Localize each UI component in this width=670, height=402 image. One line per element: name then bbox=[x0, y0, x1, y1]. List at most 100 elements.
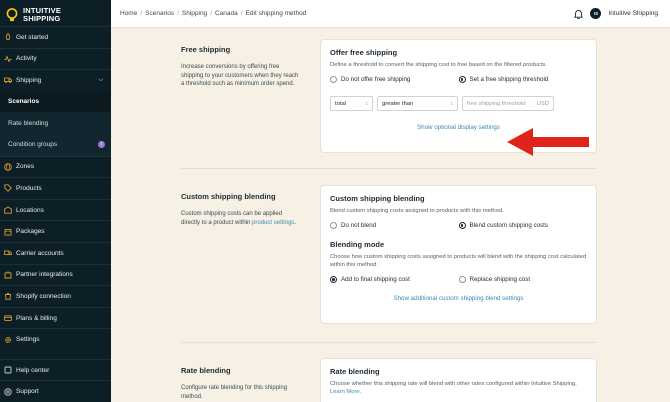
radio-blend-custom-costs[interactable]: Blend custom shipping costs bbox=[458, 222, 588, 229]
sidebar-item-partner-integrations[interactable]: Partner integrations bbox=[0, 263, 111, 286]
breadcrumb-current: Edit shipping method bbox=[245, 10, 307, 17]
radio-free-shipping-threshold[interactable]: Set a free shipping threshold bbox=[458, 76, 588, 83]
section-title: Rate blending bbox=[181, 366, 231, 375]
sidebar-nav-2: Zones Products Locations Packages Carrie… bbox=[0, 155, 111, 350]
blend-mode-options: Add to final shipping cost Replace shipp… bbox=[330, 276, 587, 283]
currency-suffix: USD bbox=[536, 100, 549, 107]
lightbulb-logo-icon bbox=[6, 8, 18, 22]
sidebar-nav: Get started Activity Shipping ⌵ bbox=[0, 26, 111, 91]
sidebar-item-support[interactable]: Support bbox=[0, 380, 111, 402]
box-icon bbox=[4, 228, 12, 236]
brand[interactable]: INTUITIVE SHIPPING bbox=[0, 0, 111, 24]
truck-icon bbox=[4, 78, 12, 84]
shopify-icon bbox=[5, 293, 11, 301]
sidebar: INTUITIVE SHIPPING Get started Activity … bbox=[0, 0, 111, 402]
sidebar-item-get-started[interactable]: Get started bbox=[0, 26, 111, 48]
info-badge: i bbox=[98, 141, 105, 149]
section-desc: Configure rate blending for this shippin… bbox=[181, 385, 288, 400]
threshold-input[interactable]: free shipping threshold USD bbox=[462, 96, 554, 111]
support-icon bbox=[4, 388, 12, 396]
radio-indicator bbox=[458, 276, 466, 283]
rate-blending-card: Rate blending Choose whether this shippi… bbox=[320, 358, 597, 402]
radio-no-free-shipping[interactable]: Do not offer free shipping bbox=[330, 76, 459, 83]
sidebar-item-shipping[interactable]: Shipping ⌵ bbox=[0, 69, 111, 91]
sidebar-bottom: Help center Support bbox=[0, 358, 111, 402]
shipping-submenu: Scenarios Rate blending Condition groups… bbox=[0, 90, 111, 156]
threshold-row: total ↕ greater than ↕ free shipping thr… bbox=[330, 96, 587, 111]
sidebar-item-plans-billing[interactable]: Plans & billing bbox=[0, 306, 111, 329]
bell-icon[interactable] bbox=[574, 9, 584, 19]
threshold-field-select[interactable]: total ↕ bbox=[330, 96, 373, 111]
top-right: IS Intuitive Shipping bbox=[574, 8, 658, 19]
help-icon bbox=[4, 366, 12, 374]
card-title: Rate blending bbox=[330, 367, 380, 376]
sidebar-item-activity[interactable]: Activity bbox=[0, 47, 111, 70]
chevron-down-icon: ⌵ bbox=[98, 76, 103, 83]
blending-mode-title: Blending mode bbox=[330, 240, 385, 249]
card-title: Custom shipping blending bbox=[330, 194, 425, 203]
radio-indicator bbox=[458, 222, 466, 229]
blend-options: Do not blend Blend custom shipping costs bbox=[330, 222, 587, 229]
breadcrumb-home[interactable]: Home bbox=[120, 10, 137, 17]
main-content: Free shipping Increase conversions by of… bbox=[111, 28, 670, 402]
show-blend-settings-link[interactable]: Show additional custom shipping blend se… bbox=[330, 295, 587, 302]
breadcrumb-scenarios[interactable]: Scenarios bbox=[145, 10, 174, 17]
sidebar-item-shopify-connection[interactable]: Shopify connection bbox=[0, 285, 111, 307]
topbar: Home / Scenarios / Shipping / Canada / Edit … bbox=[111, 0, 670, 28]
brand-name: INTUITIVE SHIPPING bbox=[23, 6, 62, 23]
section-divider bbox=[181, 342, 597, 343]
puzzle-icon bbox=[4, 271, 12, 279]
radio-indicator bbox=[330, 76, 337, 83]
sidebar-item-packages[interactable]: Packages bbox=[0, 220, 111, 242]
radio-replace-cost[interactable]: Replace shipping cost bbox=[458, 276, 588, 283]
radio-indicator bbox=[458, 76, 466, 83]
sidebar-item-zones[interactable]: Zones bbox=[0, 155, 111, 178]
user-name[interactable]: Intuitive Shipping bbox=[608, 10, 658, 17]
rocket-icon bbox=[5, 33, 11, 41]
section-title: Free shipping bbox=[181, 45, 231, 54]
card-desc: Blend custom shipping costs assigned to … bbox=[330, 208, 504, 214]
section-divider bbox=[181, 168, 597, 169]
blending-mode-desc: Choose how custom shipping costs assigne… bbox=[330, 254, 587, 268]
truck-icon bbox=[4, 250, 12, 256]
custom-blending-label: Custom shipping blending Custom shipping… bbox=[181, 192, 301, 227]
rate-blending-label: Rate blending Configure rate blending fo… bbox=[181, 366, 301, 401]
chevron-updown-icon: ↕ bbox=[365, 100, 369, 107]
card-desc: Define a threshold to convert the shippi… bbox=[330, 62, 547, 68]
card-icon bbox=[4, 315, 12, 321]
warehouse-icon bbox=[4, 206, 12, 214]
product-settings-link[interactable]: product settings bbox=[252, 220, 294, 226]
learn-more-link[interactable]: Learn More. bbox=[330, 389, 361, 395]
threshold-operator-select[interactable]: greater than ↕ bbox=[377, 96, 458, 111]
avatar[interactable]: IS bbox=[590, 8, 602, 19]
breadcrumb-canada[interactable]: Canada bbox=[215, 10, 238, 17]
free-shipping-options: Do not offer free shipping Set a free sh… bbox=[330, 76, 587, 83]
sidebar-subitem-condition-groups[interactable]: Condition groups i bbox=[0, 134, 111, 156]
radio-indicator bbox=[330, 222, 337, 229]
tag-icon bbox=[4, 184, 12, 193]
globe-icon bbox=[4, 163, 12, 171]
radio-indicator bbox=[330, 276, 337, 283]
radio-add-to-final[interactable]: Add to final shipping cost bbox=[330, 276, 459, 283]
activity-icon bbox=[4, 55, 12, 63]
chevron-updown-icon: ↕ bbox=[450, 100, 454, 107]
sidebar-item-locations[interactable]: Locations bbox=[0, 198, 111, 221]
free-shipping-label: Free shipping Increase conversions by of… bbox=[181, 45, 301, 89]
section-title: Custom shipping blending bbox=[181, 192, 276, 201]
section-desc: Custom shipping costs can be applied dir… bbox=[181, 211, 297, 226]
section-desc: Increase conversions by offering free sh… bbox=[181, 64, 299, 87]
gear-icon bbox=[5, 336, 11, 343]
sidebar-item-settings[interactable]: Settings bbox=[0, 328, 111, 350]
card-desc: Choose whether this shipping rate will b… bbox=[330, 381, 577, 395]
sidebar-subitem-rate-blending[interactable]: Rate blending bbox=[0, 112, 111, 134]
breadcrumb: Home / Scenarios / Shipping / Canada / Edit … bbox=[120, 10, 307, 17]
breadcrumb-shipping[interactable]: Shipping bbox=[182, 10, 207, 17]
annotation-arrow-icon bbox=[507, 128, 589, 156]
sidebar-item-carrier-accounts[interactable]: Carrier accounts bbox=[0, 241, 111, 264]
sidebar-item-products[interactable]: Products bbox=[0, 177, 111, 199]
sidebar-item-help-center[interactable]: Help center bbox=[0, 358, 111, 381]
sidebar-subitem-scenarios[interactable]: Scenarios bbox=[0, 90, 111, 113]
radio-do-not-blend[interactable]: Do not blend bbox=[330, 222, 459, 229]
custom-blending-card: Custom shipping blending Blend custom sh… bbox=[320, 185, 597, 324]
card-title: Offer free shipping bbox=[330, 48, 398, 57]
